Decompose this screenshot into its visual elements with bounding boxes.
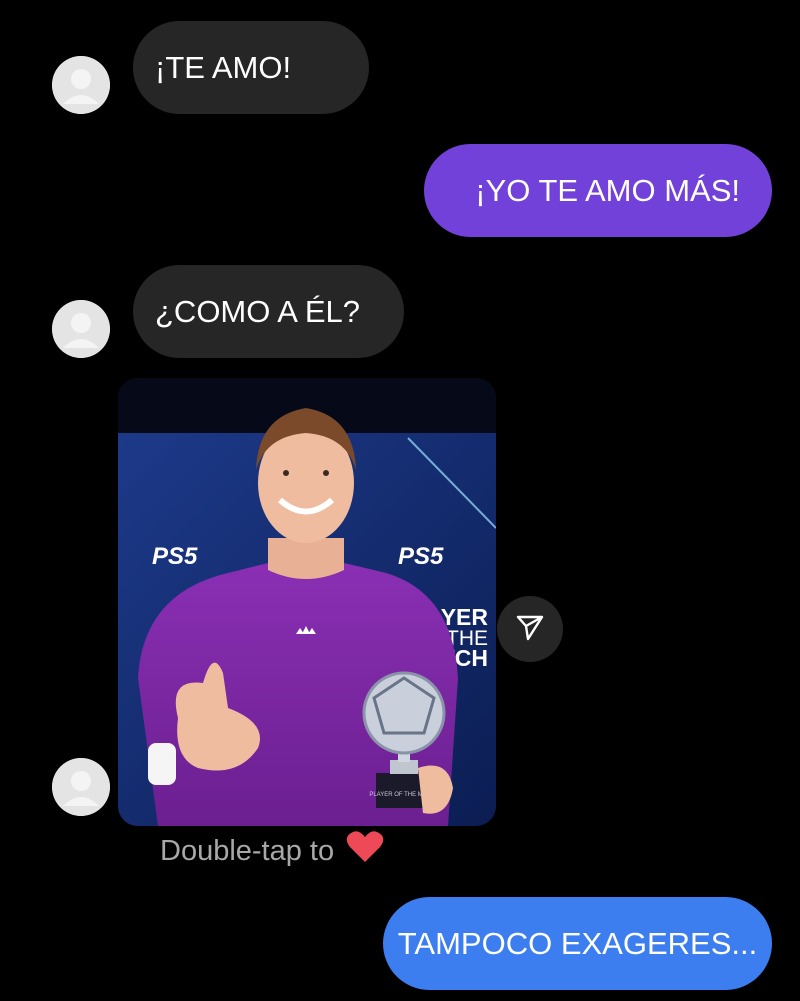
message-text: TAMPOCO EXAGERES... [397, 925, 758, 961]
heart-icon[interactable] [346, 830, 384, 872]
reaction-hint-text: Double-tap to [160, 834, 335, 867]
avatar[interactable] [52, 56, 110, 114]
message-bubble-outgoing[interactable]: TAMPOCO EXAGERES... [383, 897, 772, 990]
shared-photo[interactable]: PS5 PS5 AYER THE ATCH PLAYER OF THE MATC… [118, 378, 496, 826]
reaction-hint: Double-tap to [160, 830, 384, 872]
backdrop-brand-right: PS5 [398, 543, 444, 570]
message-text: ¿COMO A ÉL? [155, 293, 361, 329]
share-button[interactable] [497, 596, 563, 662]
avatar[interactable] [52, 758, 110, 816]
avatar[interactable] [52, 300, 110, 358]
message-text: ¡YO TE AMO MÁS! [475, 172, 740, 208]
message-bubble-outgoing[interactable]: ¡YO TE AMO MÁS! [424, 144, 772, 237]
send-icon [515, 612, 545, 647]
message-text: ¡TE AMO! [155, 49, 292, 85]
message-bubble-incoming[interactable]: ¿COMO A ÉL? [133, 265, 404, 358]
backdrop-brand-left: PS5 [152, 543, 198, 570]
message-bubble-incoming[interactable]: ¡TE AMO! [133, 21, 369, 114]
